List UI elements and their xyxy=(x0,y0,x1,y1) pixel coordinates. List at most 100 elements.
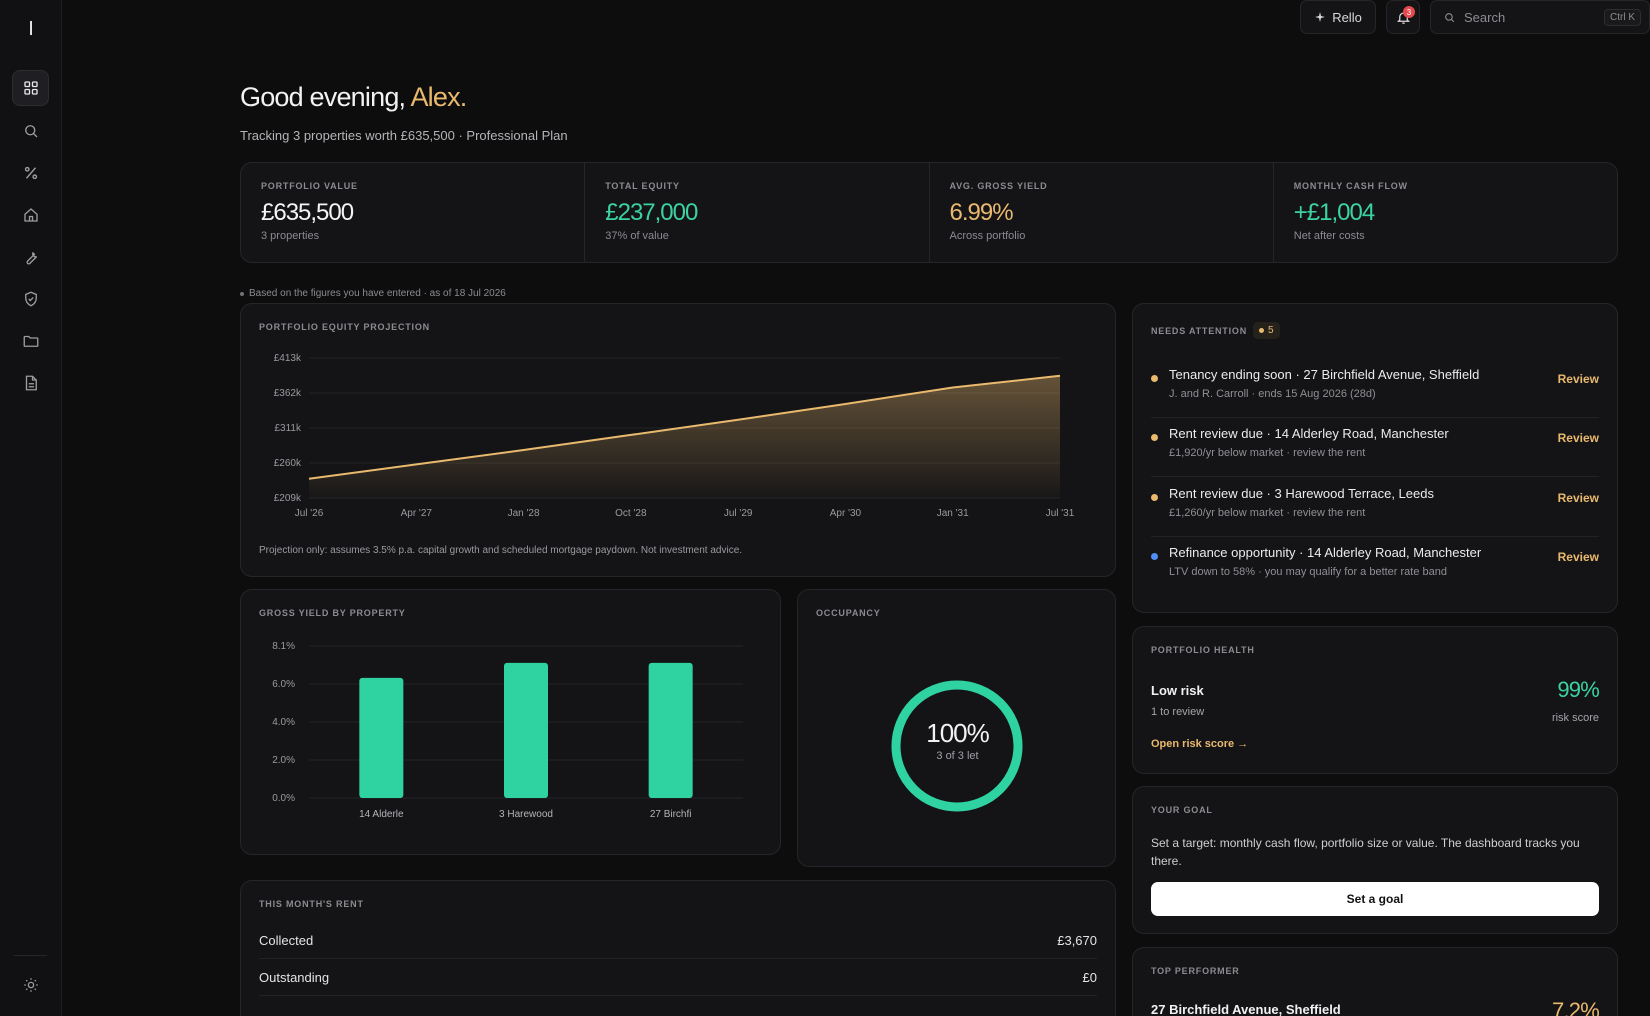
equity-projection-card: PORTFOLIO EQUITY PROJECTION £413k £362k £3… xyxy=(240,303,1116,577)
nav-properties[interactable] xyxy=(12,197,49,233)
nav-compliance[interactable] xyxy=(12,281,49,317)
top-performer-name[interactable]: 27 Birchfield Avenue, Sheffield xyxy=(1151,1002,1341,1016)
greeting-subtitle: Tracking 3 properties worth £635,500 · P… xyxy=(240,128,568,143)
rent-label: Outstanding xyxy=(259,969,330,985)
yield-bar xyxy=(359,677,404,798)
assistant-label: Rello xyxy=(1332,9,1362,25)
card-title: OCCUPANCY xyxy=(816,608,881,618)
y-tick-label: £260k xyxy=(274,458,302,469)
card-title: YOUR GOAL xyxy=(1151,805,1213,815)
risk-level: Low risk xyxy=(1151,683,1204,698)
kpi-gross-yield: AVG. GROSS YIELD 6.99% Across portfolio xyxy=(930,163,1274,262)
occupancy-card: OCCUPANCY 100% 3 of 3 let xyxy=(797,589,1116,867)
review-button[interactable]: Review xyxy=(1558,431,1599,445)
nav-documents[interactable] xyxy=(12,323,49,359)
search-input[interactable]: Search Ctrl K xyxy=(1430,0,1650,34)
search-placeholder: Search xyxy=(1464,9,1506,25)
occupancy-sub: 3 of 3 let xyxy=(936,750,979,762)
greeting-text: Good evening, xyxy=(240,82,411,112)
attention-count-badge: 5 xyxy=(1253,322,1280,339)
nav-dashboard[interactable] xyxy=(12,70,49,106)
card-title: PORTFOLIO EQUITY PROJECTION xyxy=(259,322,430,332)
kpi-label: PORTFOLIO VALUE xyxy=(261,181,358,191)
risk-score-value: 99% xyxy=(1557,677,1599,702)
attention-item[interactable]: Tenancy ending soon · 27 Birchfield Aven… xyxy=(1151,359,1599,418)
assistant-button[interactable]: Rello xyxy=(1300,0,1376,34)
x-tick-label: Oct '28 xyxy=(615,508,647,519)
theme-toggle[interactable] xyxy=(12,967,49,1003)
nav-reports[interactable] xyxy=(12,365,49,401)
gross-yield-card: GROSS YIELD BY PROPERTY 8.1% 6.0% 4.0% 2.0%… xyxy=(240,589,781,855)
yield-bar xyxy=(648,662,693,798)
card-title: PORTFOLIO HEALTH xyxy=(1151,645,1255,655)
percent-icon xyxy=(24,166,37,180)
risk-score-label: risk score xyxy=(1551,712,1599,724)
attention-item[interactable]: Rent review due · 3 Harewood Terrace, Le… xyxy=(1151,478,1599,537)
app-logo[interactable]: I xyxy=(0,18,62,41)
home-icon xyxy=(23,208,38,222)
x-tick-label: Jan '28 xyxy=(508,508,540,519)
top-performer-card: TOP PERFORMER 27 Birchfield Avenue, Shef… xyxy=(1132,947,1618,1016)
nav-yield[interactable] xyxy=(12,155,49,191)
card-title: THIS MONTH'S RENT xyxy=(259,899,364,909)
monthly-rent-card: THIS MONTH'S RENT Collected £3,670 Outst… xyxy=(240,880,1116,1016)
sun-icon xyxy=(23,978,38,992)
kpi-note: Net after costs xyxy=(1293,230,1365,242)
rent-value: £3,670 xyxy=(1057,932,1097,948)
attention-title: Rent review due · 14 Alderley Road, Manc… xyxy=(1169,426,1449,441)
open-risk-score-link[interactable]: Open risk score → xyxy=(1151,738,1248,750)
set-goal-button[interactable]: Set a goal xyxy=(1151,882,1599,916)
card-title: TOP PERFORMER xyxy=(1151,966,1240,976)
attention-title: Refinance opportunity · 14 Alderley Road… xyxy=(1169,545,1482,560)
y-tick-label: 8.1% xyxy=(272,641,295,652)
grid-icon xyxy=(23,81,38,95)
attention-title: Tenancy ending soon · 27 Birchfield Aven… xyxy=(1169,367,1480,382)
review-button[interactable]: Review xyxy=(1558,550,1599,564)
rent-label: Collected xyxy=(259,932,314,948)
folder-icon xyxy=(23,335,38,347)
kpi-value: +£1,004 xyxy=(1293,199,1375,226)
attention-sub: LTV down to 58% · you may qualify for a … xyxy=(1169,566,1448,578)
attention-count: 5 xyxy=(1268,325,1274,336)
attention-item[interactable]: Refinance opportunity · 14 Alderley Road… xyxy=(1151,537,1599,596)
kpi-label: AVG. GROSS YIELD xyxy=(949,181,1048,191)
figures-note: Based on the figures you have entered · … xyxy=(240,288,506,299)
x-tick-label: Apr '27 xyxy=(401,508,433,519)
y-tick-label: £311k xyxy=(274,423,302,434)
nav-search[interactable] xyxy=(12,113,49,149)
attention-item[interactable]: Rent review due · 14 Alderley Road, Manc… xyxy=(1151,418,1599,477)
kpi-note: 37% of value xyxy=(605,230,669,242)
shield-check-icon xyxy=(24,291,37,307)
goal-card: YOUR GOAL Set a target: monthly cash flo… xyxy=(1132,786,1618,934)
search-icon xyxy=(24,125,37,138)
x-tick-label: Jan '31 xyxy=(937,508,969,519)
y-tick-label: 6.0% xyxy=(272,679,295,690)
review-button[interactable]: Review xyxy=(1558,491,1599,505)
y-tick-label: £362k xyxy=(274,388,302,399)
projection-disclaimer: Projection only: assumes 3.5% p.a. capit… xyxy=(259,545,743,556)
sidebar: I xyxy=(0,0,62,1016)
rent-value: £0 xyxy=(1082,969,1097,985)
rent-row-outstanding: Outstanding £0 xyxy=(259,959,1097,996)
greeting-name: Alex. xyxy=(410,82,467,112)
attention-sub: J. and R. Carroll · ends 15 Aug 2026 (28… xyxy=(1169,388,1376,400)
goal-description: Set a target: monthly cash flow, portfol… xyxy=(1151,836,1580,868)
bullet-dot xyxy=(240,291,244,296)
attention-sub: £1,260/yr below market · review the rent xyxy=(1169,507,1366,519)
y-tick-label: 4.0% xyxy=(272,717,295,728)
yield-bar xyxy=(504,662,548,798)
kpi-cash-flow: MONTHLY CASH FLOW +£1,004 Net after cost… xyxy=(1274,163,1617,262)
needs-attention-card: NEEDS ATTENTION 5 Tenancy ending soon · … xyxy=(1132,303,1618,613)
status-dot xyxy=(1151,434,1158,441)
badge-dot xyxy=(1259,328,1265,333)
kpi-value: 6.99% xyxy=(949,199,1014,226)
review-button[interactable]: Review xyxy=(1558,372,1599,386)
occupancy-percent: 100% xyxy=(926,718,990,748)
nav-maintenance[interactable] xyxy=(12,239,49,275)
file-text-icon xyxy=(25,375,37,391)
y-tick-label: £413k xyxy=(274,353,302,364)
notifications-button[interactable]: 3 xyxy=(1386,0,1420,34)
x-tick-label: 14 Alderle xyxy=(359,809,404,820)
kpi-note: 3 properties xyxy=(261,230,320,242)
x-tick-label: Apr '30 xyxy=(830,508,862,519)
